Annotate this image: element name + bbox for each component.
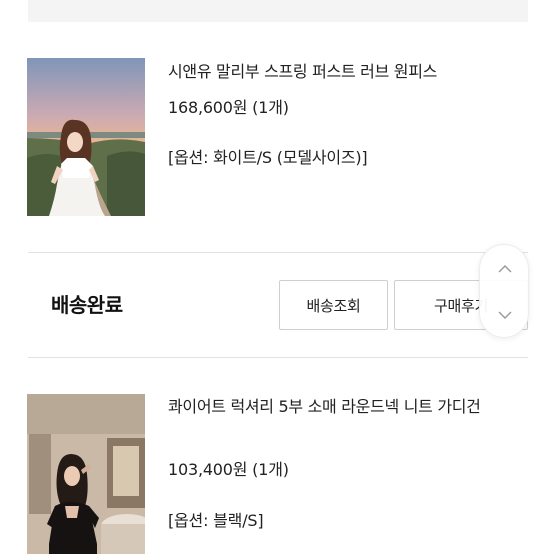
product-option: [옵션: 블랙/S] bbox=[168, 511, 264, 530]
scroll-down-button[interactable] bbox=[480, 291, 530, 338]
product-name[interactable]: 콰이어트 럭셔리 5부 소매 라운드넥 니트 가디건 bbox=[168, 393, 488, 420]
delivery-status: 배송완료 bbox=[51, 293, 123, 317]
photo-black-cardigan-icon bbox=[27, 394, 145, 554]
track-delivery-button[interactable]: 배송조회 bbox=[279, 280, 388, 330]
chevron-up-icon bbox=[498, 264, 512, 272]
scroll-up-button[interactable] bbox=[480, 245, 530, 292]
divider bbox=[28, 357, 528, 358]
previous-section-band bbox=[28, 0, 528, 22]
product-price: 103,400원 (1개) bbox=[168, 460, 289, 479]
chevron-down-icon bbox=[498, 311, 512, 319]
divider bbox=[28, 252, 528, 253]
product-option: [옵션: 화이트/S (모델사이즈)] bbox=[168, 148, 368, 167]
order-history-page: 시앤유 말리부 스프링 퍼스트 러브 원피스 168,600원 (1개) [옵션… bbox=[0, 0, 554, 554]
photo-white-dress-icon bbox=[27, 58, 145, 216]
scroll-widget bbox=[479, 244, 529, 338]
product-thumbnail-cardigan[interactable] bbox=[27, 394, 145, 554]
product-thumbnail-dress[interactable] bbox=[27, 58, 145, 216]
product-name[interactable]: 시앤유 말리부 스프링 퍼스트 러브 원피스 bbox=[168, 58, 437, 85]
product-price: 168,600원 (1개) bbox=[168, 98, 289, 117]
